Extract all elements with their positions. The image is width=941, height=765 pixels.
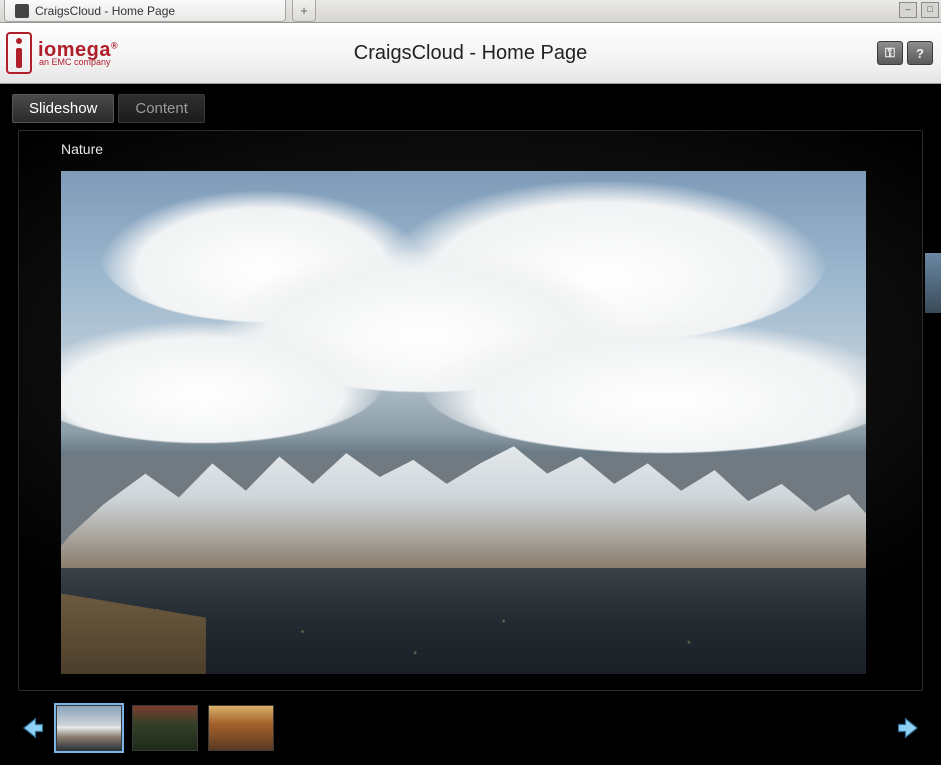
arrow-left-icon xyxy=(18,714,46,742)
thumbnail-strip xyxy=(18,697,923,759)
brand-registered: ® xyxy=(111,40,118,50)
brand-tagline: an EMC company xyxy=(39,58,118,67)
slideshow-stage: Nature xyxy=(18,130,923,691)
window-minimize-button[interactable]: – xyxy=(899,2,917,18)
window-controls: – □ xyxy=(899,2,939,18)
browser-tab-title: CraigsCloud - Home Page xyxy=(35,4,175,18)
app-header: iomega® an EMC company CraigsCloud - Hom… xyxy=(0,23,941,84)
tab-content[interactable]: Content xyxy=(118,94,205,123)
login-key-button[interactable]: ⚿ xyxy=(877,41,903,65)
thumbnail-list xyxy=(56,705,274,751)
browser-tab-bar: CraigsCloud - Home Page + – □ xyxy=(0,0,941,23)
browser-tab-active[interactable]: CraigsCloud - Home Page xyxy=(4,0,286,22)
viewer-area: Slideshow Content Nature xyxy=(0,84,941,765)
thumbnail-1[interactable] xyxy=(56,705,122,751)
plus-icon: + xyxy=(300,3,308,18)
next-arrow-button[interactable] xyxy=(895,714,923,742)
new-tab-button[interactable]: + xyxy=(292,0,316,22)
view-tabs: Slideshow Content xyxy=(0,84,941,129)
window-maximize-button[interactable]: □ xyxy=(921,2,939,18)
brand-logo[interactable]: iomega® an EMC company xyxy=(6,32,118,74)
key-icon: ⚿ xyxy=(885,45,895,61)
thumbnail-3[interactable] xyxy=(208,705,274,751)
album-title: Nature xyxy=(19,131,922,163)
brand-text: iomega® an EMC company xyxy=(38,40,118,67)
header-actions: ⚿ ? xyxy=(877,41,933,65)
next-image-peek[interactable] xyxy=(924,252,941,314)
favicon-icon xyxy=(15,4,29,18)
help-icon: ? xyxy=(916,46,924,61)
thumbnail-2[interactable] xyxy=(132,705,198,751)
tab-slideshow[interactable]: Slideshow xyxy=(12,94,114,123)
arrow-right-icon xyxy=(895,714,923,742)
iomega-mark-icon xyxy=(6,32,32,74)
help-button[interactable]: ? xyxy=(907,41,933,65)
prev-arrow-button[interactable] xyxy=(18,714,46,742)
current-photo[interactable] xyxy=(61,171,866,674)
page-title: CraigsCloud - Home Page xyxy=(354,42,587,65)
